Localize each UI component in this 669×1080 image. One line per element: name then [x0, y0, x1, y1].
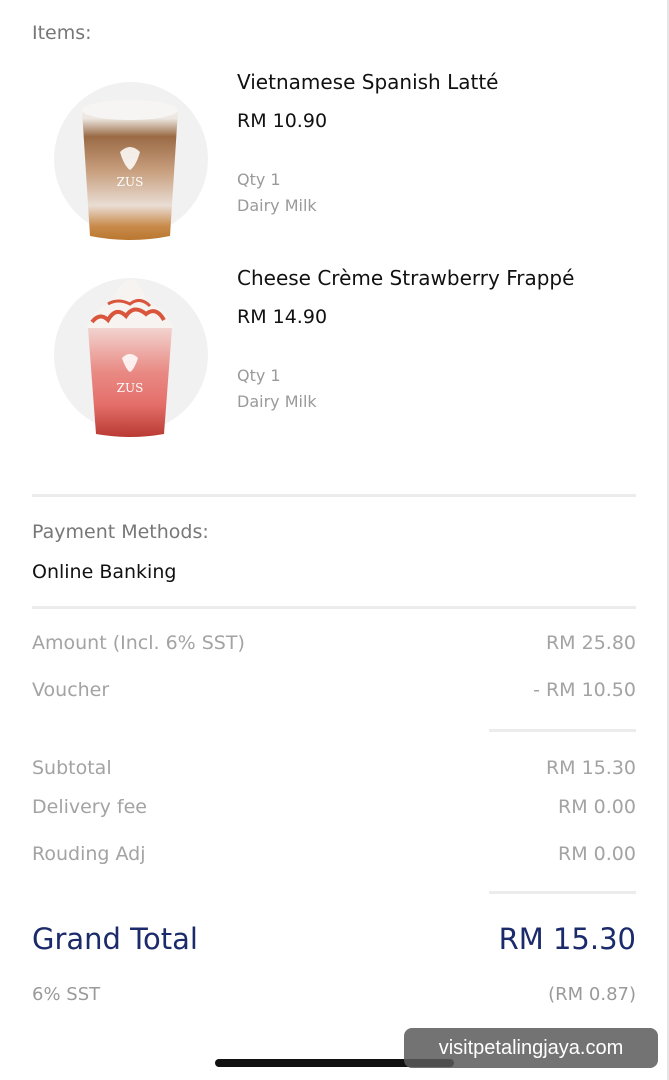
voucher-label: Voucher [32, 679, 110, 701]
rounding-adj-row: Rouding Adj RM 0.00 [32, 843, 636, 871]
svg-text:ZUS: ZUS [117, 175, 144, 189]
item-quantity: Qty 1 [237, 366, 281, 385]
grand-total-row: Grand Total RM 15.30 [32, 922, 636, 962]
amount-label: Amount (Incl. 6% SST) [32, 632, 245, 654]
subtotal-value: RM 15.30 [545, 757, 636, 779]
voucher-value: - RM 10.50 [533, 679, 636, 701]
delivery-fee-label: Delivery fee [32, 796, 147, 818]
grand-total-divider [489, 891, 636, 894]
svg-text:ZUS: ZUS [117, 381, 144, 395]
delivery-fee-value: RM 0.00 [558, 796, 636, 818]
items-section-label: Items: [32, 22, 92, 44]
item-quantity: Qty 1 [237, 170, 281, 189]
delivery-fee-row: Delivery fee RM 0.00 [32, 796, 636, 824]
item-price: RM 10.90 [237, 110, 328, 132]
sst-row: 6% SST (RM 0.87) [32, 984, 636, 1010]
subtotal-label: Subtotal [32, 757, 112, 779]
order-item: ZUS Cheese Crème Strawberry Frappé RM 14… [0, 266, 669, 456]
section-divider [32, 606, 636, 609]
order-item: ZUS Vietnamese Spanish Latté RM 10.90 Qt… [0, 70, 669, 260]
item-option: Dairy Milk [237, 392, 317, 411]
sst-label: 6% SST [32, 984, 101, 1005]
item-name: Cheese Crème Strawberry Frappé [237, 266, 575, 290]
item-price: RM 14.90 [237, 306, 328, 328]
section-divider [32, 494, 636, 497]
payment-method-value: Online Banking [32, 561, 177, 583]
subtotal-row: Subtotal RM 15.30 [32, 757, 636, 785]
item-name: Vietnamese Spanish Latté [237, 70, 499, 94]
sst-value: (RM 0.87) [548, 984, 636, 1005]
amount-row: Amount (Incl. 6% SST) RM 25.80 [32, 632, 636, 660]
iced-latte-cup-image: ZUS [82, 100, 178, 240]
subtotal-divider [489, 729, 636, 732]
payment-methods-label: Payment Methods: [32, 521, 209, 543]
item-option: Dairy Milk [237, 196, 317, 215]
amount-value: RM 25.80 [545, 632, 636, 654]
rounding-adj-label: Rouding Adj [32, 843, 146, 865]
voucher-row: Voucher - RM 10.50 [32, 679, 636, 707]
watermark-badge: visitpetalingjaya.com [404, 1028, 658, 1068]
strawberry-frappe-cup-image: ZUS [86, 278, 174, 437]
grand-total-value: RM 15.30 [498, 922, 636, 956]
grand-total-label: Grand Total [32, 922, 198, 956]
order-details-screen: Items: ZUS Vietnamese Spanish Latté RM 1… [0, 0, 669, 1080]
rounding-adj-value: RM 0.00 [558, 843, 636, 865]
